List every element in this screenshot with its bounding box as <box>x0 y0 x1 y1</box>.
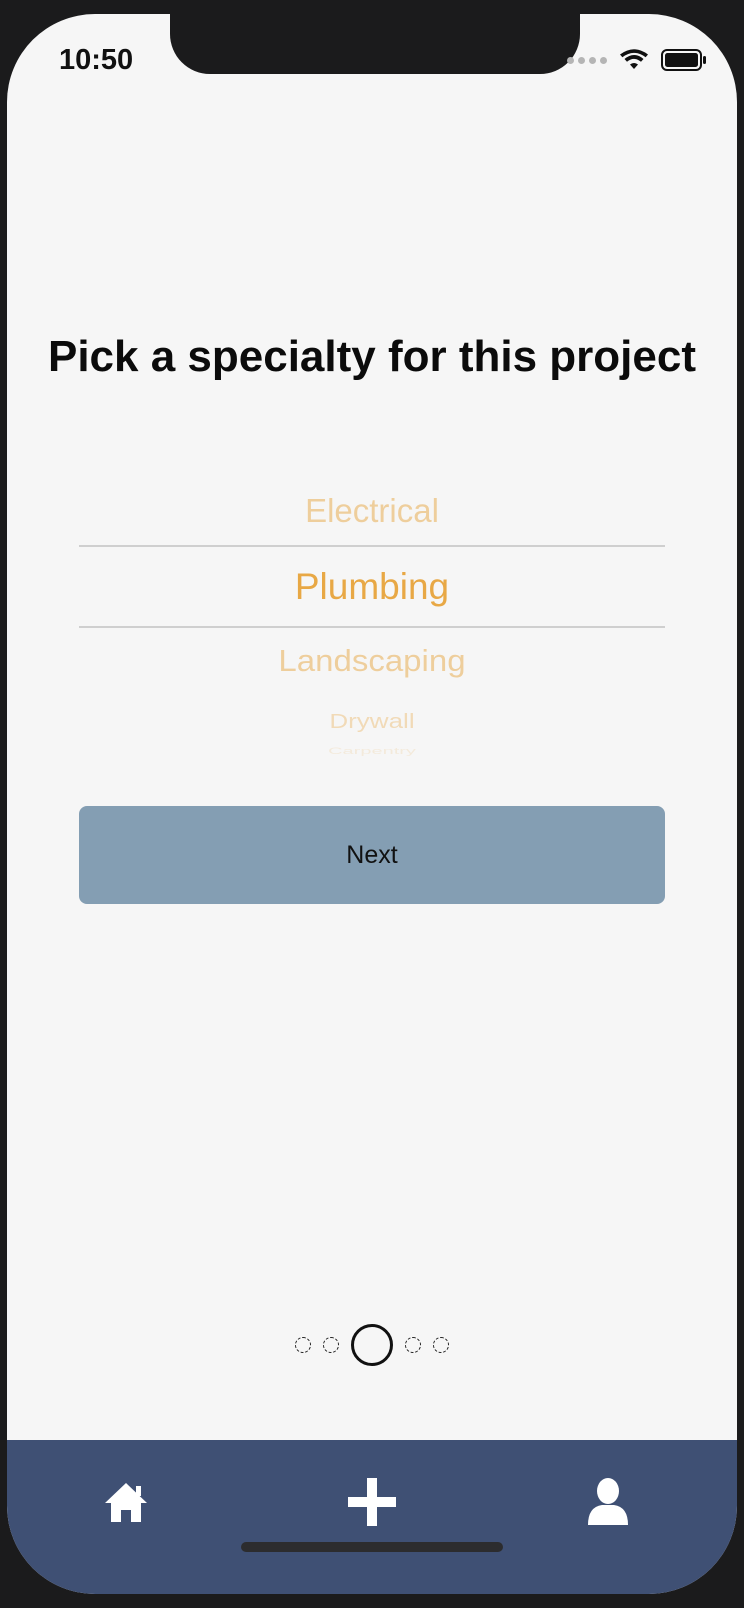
cellular-signal-icon <box>567 56 607 64</box>
home-indicator <box>241 1542 503 1552</box>
add-icon <box>348 1478 396 1526</box>
picker-option-selected[interactable]: Plumbing <box>79 566 665 608</box>
home-icon <box>105 1483 147 1522</box>
tab-bar <box>7 1440 737 1594</box>
picker-option[interactable]: Carpentry <box>79 746 665 756</box>
specialty-picker[interactable]: Electrical Plumbing Landscaping Drywall … <box>79 484 665 774</box>
notch <box>170 14 580 74</box>
page-dot <box>295 1337 311 1353</box>
page-dot <box>433 1337 449 1353</box>
phone-screen: 10:50 Pick a specialty for this project … <box>7 14 737 1594</box>
profile-icon <box>588 1478 628 1525</box>
battery-icon <box>661 49 706 71</box>
picker-divider-top <box>79 545 665 547</box>
picker-option[interactable]: Electrical <box>79 492 665 530</box>
page-dot <box>323 1337 339 1353</box>
page-dot <box>405 1337 421 1353</box>
status-time: 10:50 <box>59 44 134 76</box>
picker-option[interactable]: Drywall <box>79 709 665 733</box>
next-button[interactable]: Next <box>79 806 665 904</box>
page-indicator <box>7 1320 737 1370</box>
page-dot-active <box>351 1324 393 1366</box>
picker-option[interactable]: Landscaping <box>79 644 665 679</box>
status-indicators <box>567 48 707 72</box>
wifi-icon <box>620 49 648 69</box>
tab-profile[interactable] <box>578 1472 638 1532</box>
page-title: Pick a specialty for this project <box>47 332 696 381</box>
tab-add[interactable] <box>342 1472 402 1532</box>
picker-divider-bottom <box>79 626 665 628</box>
tab-home[interactable] <box>96 1472 156 1532</box>
